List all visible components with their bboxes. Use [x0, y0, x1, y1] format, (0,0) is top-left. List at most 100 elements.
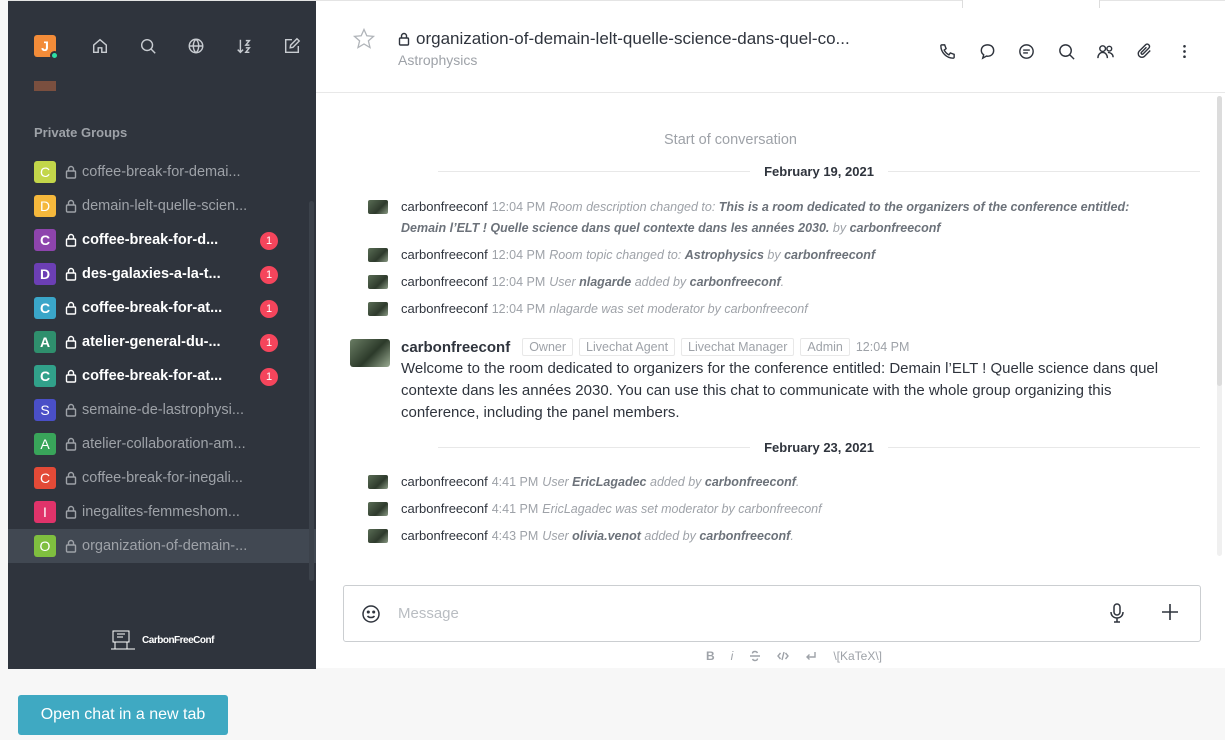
room-avatar: C	[34, 365, 56, 387]
call-icon[interactable]	[928, 39, 968, 63]
microphone-icon[interactable]	[1107, 602, 1127, 629]
multiline-icon[interactable]	[805, 649, 817, 663]
emoji-icon[interactable]	[361, 604, 381, 624]
system-message[interactable]: carbonfreeconf 4:41 PM EricLagadec was set…	[368, 498, 1168, 520]
system-text-bold: carbonfreeconf	[699, 529, 791, 543]
system-message[interactable]: carbonfreeconf 4:41 PM User EricLagadec ad…	[368, 471, 1168, 493]
favorite-star-icon[interactable]	[352, 27, 376, 56]
system-message[interactable]: carbonfreeconf 12:04 PM nlagarde was set m…	[368, 298, 1168, 320]
user-avatar[interactable]: J	[34, 35, 59, 60]
online-status-dot	[50, 51, 59, 60]
message-username[interactable]: carbonfreeconf	[401, 274, 488, 289]
plus-icon[interactable]	[1159, 601, 1181, 628]
katex-button[interactable]: \[KaTeX\]	[833, 649, 882, 663]
system-text-bold: carbonfreeconf	[689, 275, 781, 289]
room-name: semaine-de-lastrophysi...	[82, 402, 244, 418]
system-message[interactable]: carbonfreeconf 12:04 PM Room description c…	[368, 196, 1168, 239]
strike-icon[interactable]	[749, 649, 761, 663]
code-icon[interactable]	[777, 649, 790, 663]
room-avatar: D	[34, 263, 56, 285]
system-text-bold: carbonfreeconf	[704, 475, 796, 489]
system-text-bold: olivia.venot	[572, 529, 641, 543]
sidebar-item-room[interactable]: Ccoffee-break-for-d... 1	[8, 223, 316, 257]
message-username[interactable]: carbonfreeconf	[401, 474, 488, 489]
avatar[interactable]	[368, 275, 388, 289]
sidebar-item-room[interactable]: Ccoffee-break-for-at... 1	[8, 291, 316, 325]
sidebar-item-room[interactable]: Ddemain-lelt-quelle-scien...	[8, 189, 316, 223]
sidebar-item-room[interactable]: Ddes-galaxies-a-la-t... 1	[8, 257, 316, 291]
top-tab-edge	[962, 0, 1100, 8]
lock-icon	[65, 403, 77, 417]
message-username[interactable]: carbonfreeconf	[401, 247, 488, 262]
avatar[interactable]	[368, 475, 388, 489]
room-avatar: A	[34, 331, 56, 353]
message-username[interactable]: carbonfreeconf	[401, 301, 488, 316]
message[interactable]: carbonfreeconf Owner Livechat Agent Live…	[350, 337, 1158, 424]
avatar[interactable]	[368, 248, 388, 262]
lock-icon	[398, 32, 410, 46]
system-text-bold: carbonfreeconf	[849, 221, 941, 235]
members-icon[interactable]	[1086, 39, 1126, 63]
directory-globe-icon[interactable]	[172, 35, 220, 57]
message-username[interactable]: carbonfreeconf	[401, 528, 488, 543]
sidebar-item-room[interactable]: Aatelier-collaboration-am...	[8, 427, 316, 461]
sidebar-item-room[interactable]: Ccoffee-break-for-at... 1	[8, 359, 316, 393]
room-avatar: I	[34, 501, 56, 523]
unread-badge: 1	[260, 232, 278, 250]
room-name: coffee-break-for-at...	[82, 300, 223, 316]
system-message[interactable]: carbonfreeconf 4:43 PM User olivia.venot a…	[368, 525, 1168, 547]
room-avatar: O	[34, 535, 56, 557]
sidebar-item-room[interactable]: Iinegalites-femmeshom...	[8, 495, 316, 529]
discussion-icon[interactable]	[968, 39, 1008, 63]
sidebar-scrollbar[interactable]	[309, 201, 314, 581]
sidebar-item-room[interactable]: Ssemaine-de-lastrophysi...	[8, 393, 316, 427]
message-list: Start of conversation February 19, 2021 …	[316, 94, 1225, 564]
avatar[interactable]	[368, 529, 388, 543]
bold-format-button[interactable]: B	[706, 649, 715, 663]
italic-format-button[interactable]: i	[731, 649, 734, 663]
message-input[interactable]	[398, 605, 1078, 622]
logo-icon	[111, 630, 136, 650]
message-time: 12:04 PM	[491, 302, 546, 316]
sidebar-item-room[interactable]: Ccoffee-break-for-demai...	[8, 155, 316, 189]
message-scrollbar[interactable]	[1217, 96, 1222, 556]
room-search-icon[interactable]	[1047, 39, 1087, 63]
kebab-menu-icon[interactable]	[1165, 39, 1205, 63]
sidebar-item-room[interactable]: Oorganization-of-demain-...	[8, 529, 316, 563]
sort-icon[interactable]	[220, 35, 268, 57]
system-text-bold: EricLagadec	[572, 475, 647, 489]
unread-badge: 1	[260, 334, 278, 352]
search-icon[interactable]	[124, 35, 172, 57]
avatar[interactable]	[368, 200, 388, 214]
avatar[interactable]	[368, 502, 388, 516]
room-topic: Astrophysics	[398, 52, 478, 68]
home-icon[interactable]	[76, 35, 124, 57]
role-tag: Admin	[800, 338, 850, 356]
message-composer	[343, 585, 1201, 642]
sidebar-header: J	[8, 1, 316, 91]
day-divider: February 19, 2021	[438, 161, 1200, 181]
message-time: 12:04 PM	[855, 340, 910, 354]
sidebar-item-room[interactable]: Ccoffee-break-for-inegali...	[8, 461, 316, 495]
system-message[interactable]: carbonfreeconf 12:04 PM User nlagarde adde…	[368, 271, 1168, 293]
system-text: .	[780, 275, 785, 289]
message-username[interactable]: carbonfreeconf	[401, 339, 510, 356]
create-new-icon[interactable]	[268, 35, 316, 57]
message-username[interactable]: carbonfreeconf	[401, 199, 488, 214]
system-message[interactable]: carbonfreeconf 12:04 PM Room topic changed…	[368, 244, 1168, 266]
room-toolbar	[928, 39, 1205, 63]
avatar[interactable]	[350, 339, 390, 367]
room-name: inegalites-femmeshom...	[82, 504, 240, 520]
open-chat-new-tab-button[interactable]: Open chat in a new tab	[18, 695, 228, 735]
system-text: .	[795, 475, 800, 489]
sidebar-item-partial[interactable]	[34, 81, 294, 91]
system-text: added by	[646, 475, 705, 489]
message-username[interactable]: carbonfreeconf	[401, 501, 488, 516]
avatar[interactable]	[368, 302, 388, 316]
sidebar-item-room[interactable]: Aatelier-general-du-... 1	[8, 325, 316, 359]
room-avatar: C	[34, 229, 56, 251]
attachment-icon[interactable]	[1126, 39, 1166, 63]
lock-icon	[65, 267, 77, 281]
system-text: Room topic changed to:	[549, 248, 685, 262]
threads-icon[interactable]	[1007, 39, 1047, 63]
